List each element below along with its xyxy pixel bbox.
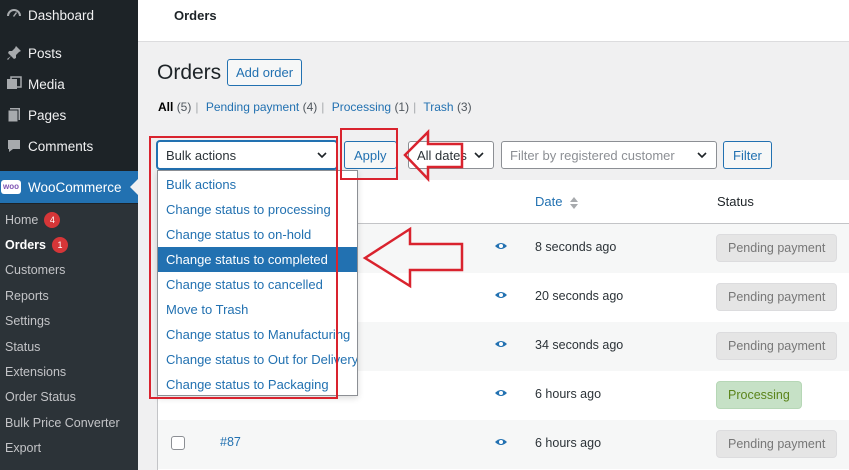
arrow-to-completed-icon xyxy=(362,226,464,289)
arrow-to-apply-icon xyxy=(403,128,464,183)
annotation-arrows xyxy=(362,128,464,289)
